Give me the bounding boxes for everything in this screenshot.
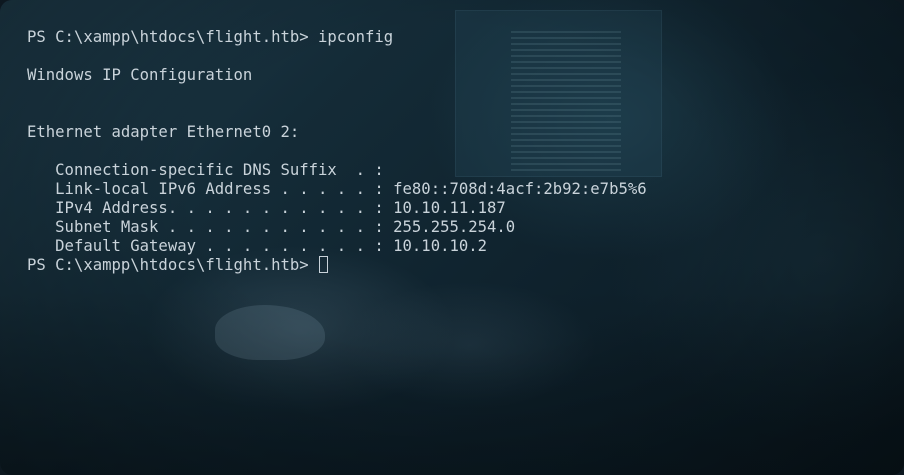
terminal-line: Default Gateway . . . . . . . . . : 10.1… <box>27 237 488 255</box>
text-cursor[interactable] <box>319 256 329 273</box>
terminal-window[interactable]: PS C:\xampp\htdocs\flight.htb> ipconfig … <box>0 0 904 475</box>
terminal-line: Link-local IPv6 Address . . . . . : fe80… <box>27 180 647 198</box>
terminal-line: Connection-specific DNS Suffix . : <box>27 161 384 179</box>
terminal-line: Windows IP Configuration <box>27 66 253 84</box>
terminal-line: Ethernet adapter Ethernet0 2: <box>27 123 300 141</box>
terminal-output: PS C:\xampp\htdocs\flight.htb> ipconfig … <box>27 28 647 275</box>
terminal-prompt: PS C:\xampp\htdocs\flight.htb> <box>27 256 319 274</box>
terminal-line: Subnet Mask . . . . . . . . . . . : 255.… <box>27 218 516 236</box>
terminal-prompt-line[interactable]: PS C:\xampp\htdocs\flight.htb> <box>27 256 647 275</box>
terminal-line: PS C:\xampp\htdocs\flight.htb> ipconfig <box>27 28 394 46</box>
terminal-line: IPv4 Address. . . . . . . . . . . : 10.1… <box>27 199 506 217</box>
